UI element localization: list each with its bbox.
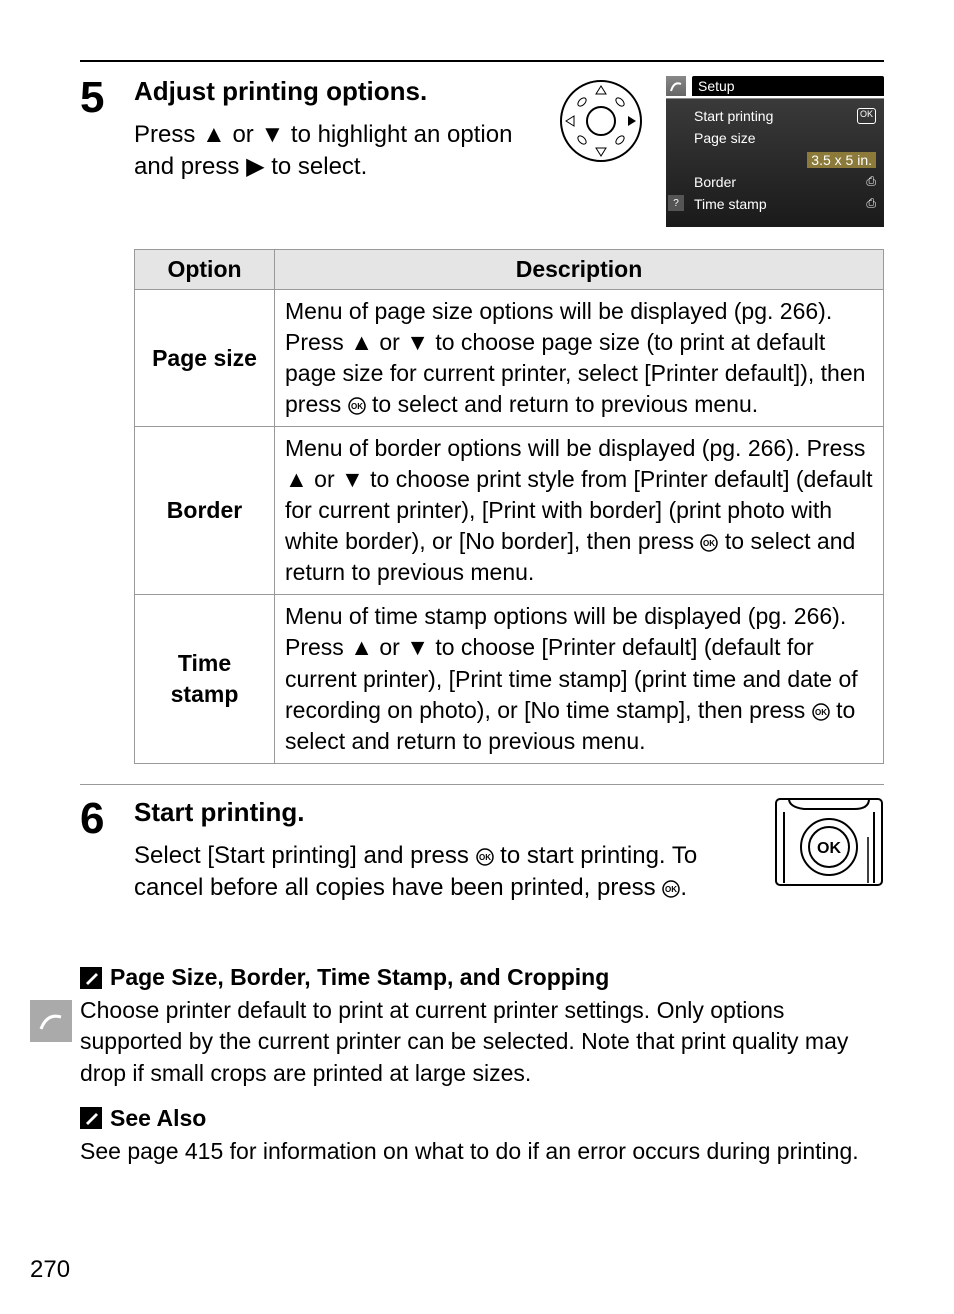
ok-badge-icon: OK xyxy=(857,108,876,124)
down-arrow-icon: ▼ xyxy=(406,634,429,660)
svg-text:OK: OK xyxy=(703,539,715,548)
pencil-icon xyxy=(80,1107,102,1129)
text: . xyxy=(680,874,687,901)
text: or xyxy=(373,634,406,660)
option-label: Border xyxy=(135,427,275,595)
text: stamp xyxy=(171,681,239,707)
option-label: Page size xyxy=(135,290,275,427)
step-6: 6 Start printing. Select [Start printing… xyxy=(80,797,884,905)
option-description: Menu of time stamp options will be displ… xyxy=(275,595,884,763)
ok-button-illustration: OK xyxy=(774,797,884,894)
text: to select and return to previous menu. xyxy=(366,391,759,417)
option-label: Time stamp xyxy=(135,595,275,763)
text: Menu of border options will be displayed… xyxy=(285,435,865,461)
svg-text:OK: OK xyxy=(665,885,677,894)
step-5: 5 Adjust printing options. Press ▲ or ▼ … xyxy=(80,76,884,764)
svg-text:OK: OK xyxy=(817,840,841,857)
note-body-page-size: Choose printer default to print at curre… xyxy=(80,995,884,1088)
screen-row-page-size: Page size xyxy=(694,127,876,149)
note-heading-page-size: Page Size, Border, Time Stamp, and Cropp… xyxy=(80,964,884,991)
side-tab-icon xyxy=(30,1000,72,1042)
down-arrow-icon: ▼ xyxy=(260,119,284,151)
ok-circle-icon: OK xyxy=(348,397,366,415)
note-body-see-also: See page 415 for information on what to … xyxy=(80,1136,884,1167)
ok-circle-icon: OK xyxy=(476,848,494,866)
note-title: See Also xyxy=(110,1105,206,1132)
table-row-time-stamp: Time stamp Menu of time stamp options wi… xyxy=(135,595,884,763)
down-arrow-icon: ▼ xyxy=(406,329,429,355)
text: or xyxy=(373,329,406,355)
text: Press xyxy=(134,121,202,148)
svg-text:OK: OK xyxy=(479,853,491,862)
dpad-illustration xyxy=(556,76,646,173)
up-arrow-icon: ▲ xyxy=(202,119,226,151)
down-arrow-icon: ▼ xyxy=(341,466,364,492)
screen-row-start-printing: Start printing OK xyxy=(694,105,876,127)
printer-icon: ⎙ xyxy=(866,196,876,212)
screen-row-page-size-value: 3.5 x 5 in. xyxy=(694,149,876,171)
camera-screen-setup: Setup ? Start printing OK Page size xyxy=(666,76,884,227)
label: Time stamp xyxy=(694,196,767,212)
ok-circle-icon: OK xyxy=(662,880,680,898)
table-header-option: Option xyxy=(135,250,275,290)
table-row-page-size: Page size Menu of page size options will… xyxy=(135,290,884,427)
value: 3.5 x 5 in. xyxy=(807,152,876,168)
text: to select. xyxy=(265,153,368,180)
screen-row-border: Border ⎙ xyxy=(694,171,876,193)
svg-text:OK: OK xyxy=(351,402,363,411)
note-heading-see-also: See Also xyxy=(80,1105,884,1132)
table-row-border: Border Menu of border options will be di… xyxy=(135,427,884,595)
step-number-6: 6 xyxy=(80,797,120,841)
right-arrow-icon: ▶ xyxy=(246,151,264,183)
note-title: Page Size, Border, Time Stamp, and Cropp… xyxy=(110,964,609,991)
label: Border xyxy=(694,174,736,190)
step-number-5: 5 xyxy=(80,76,120,120)
table-header-description: Description xyxy=(275,250,884,290)
step-6-title: Start printing. xyxy=(134,797,754,828)
ok-circle-icon: OK xyxy=(812,703,830,721)
pencil-icon xyxy=(80,967,102,989)
up-arrow-icon: ▲ xyxy=(350,634,373,660)
printer-icon: ⎙ xyxy=(866,174,876,190)
svg-text:OK: OK xyxy=(815,708,827,717)
up-arrow-icon: ▲ xyxy=(285,466,308,492)
text: or xyxy=(308,466,341,492)
screen-row-time-stamp: Time stamp ⎙ xyxy=(694,193,876,215)
connect-icon xyxy=(666,76,686,96)
text: Select [Start printing] and press xyxy=(134,842,476,869)
text: or xyxy=(226,121,261,148)
text: Time xyxy=(178,650,231,676)
label: Start printing xyxy=(694,108,773,124)
page-number: 270 xyxy=(30,1256,70,1284)
options-table: Option Description Page size Menu of pag… xyxy=(134,249,884,764)
help-icon: ? xyxy=(668,195,684,211)
option-description: Menu of page size options will be displa… xyxy=(275,290,884,427)
ok-circle-icon: OK xyxy=(700,534,718,552)
screen-title: Setup xyxy=(692,76,884,96)
option-description: Menu of border options will be displayed… xyxy=(275,427,884,595)
label: Page size xyxy=(694,130,755,146)
step-5-text: Press ▲ or ▼ to highlight an option and … xyxy=(134,119,536,184)
step-6-text: Select [Start printing] and press OK to … xyxy=(134,840,754,905)
step-5-title: Adjust printing options. xyxy=(134,76,536,107)
up-arrow-icon: ▲ xyxy=(350,329,373,355)
